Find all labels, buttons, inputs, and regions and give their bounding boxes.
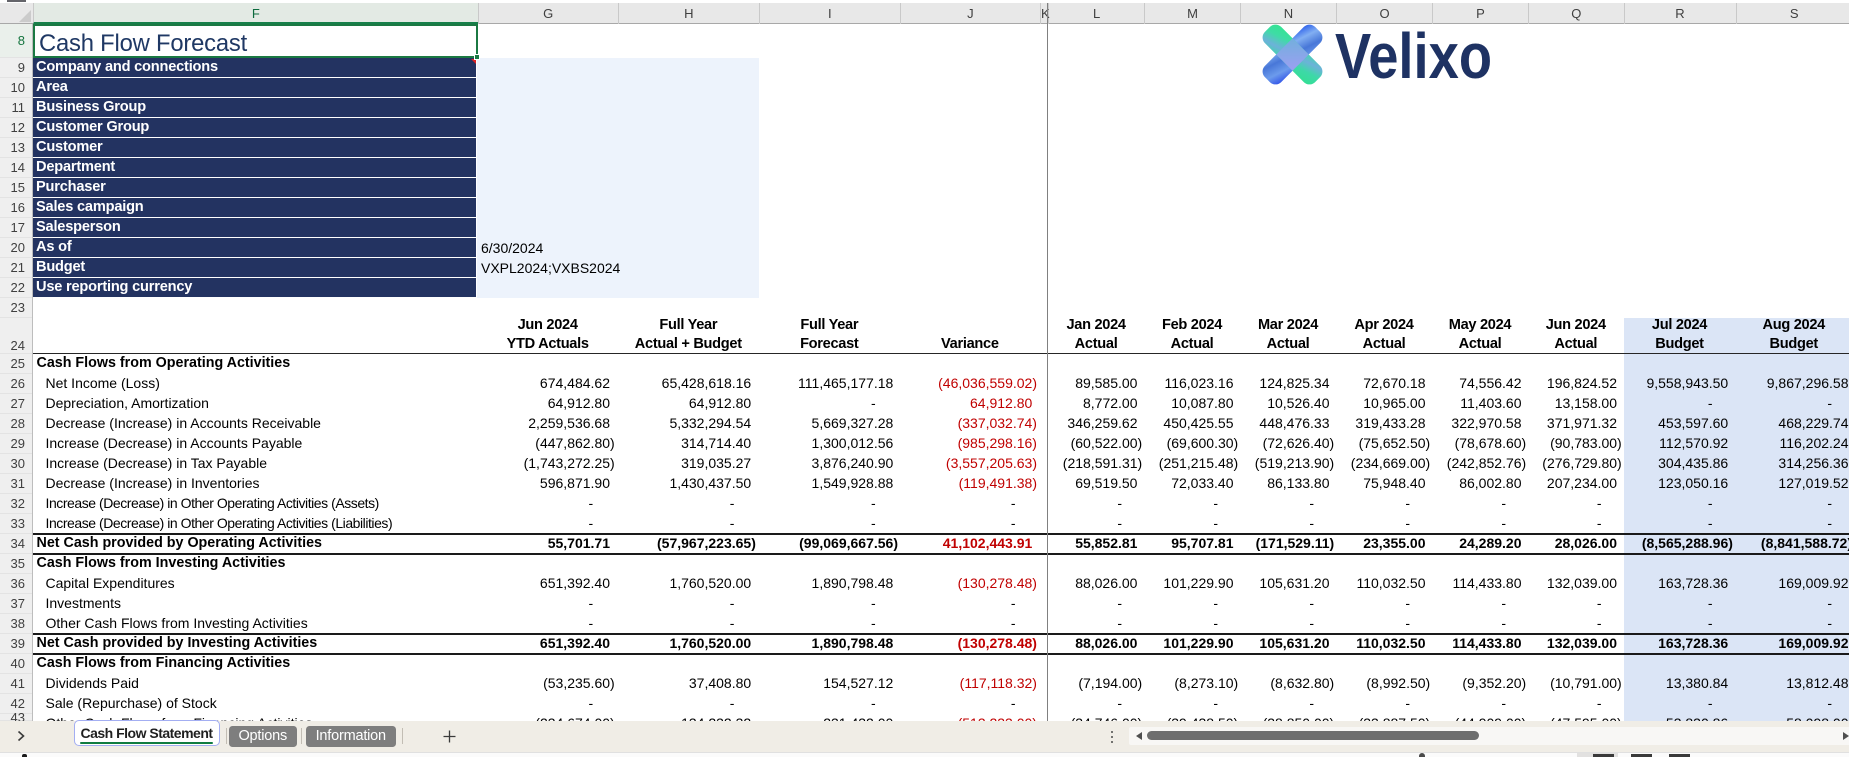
svg-text:Velixo: Velixo — [1335, 20, 1492, 92]
